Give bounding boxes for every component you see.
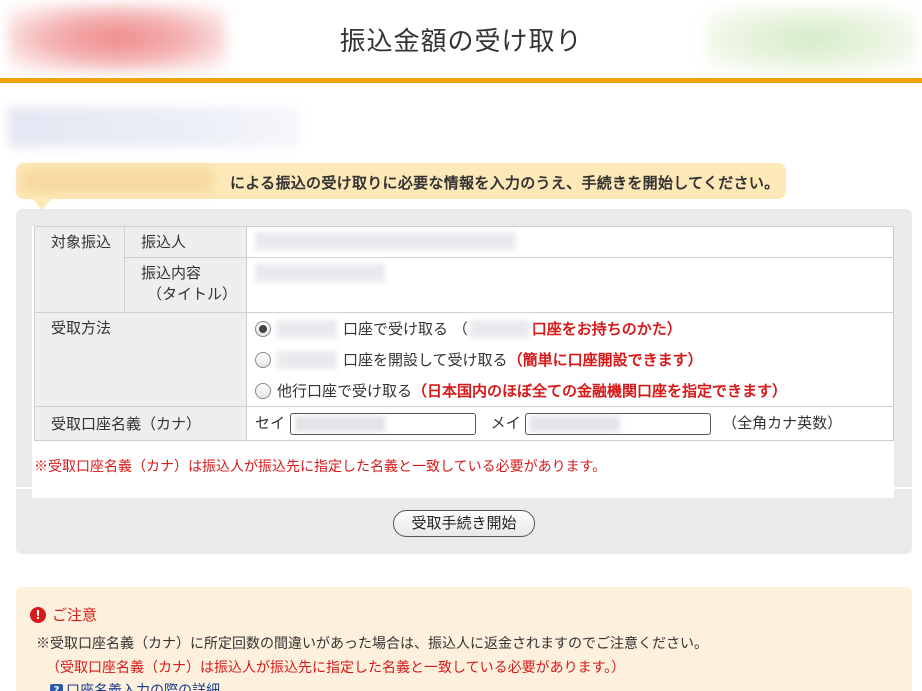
radio-open-account[interactable]	[255, 351, 271, 368]
instruction-text: による振込の受け取りに必要な情報を入力のうえ、手続きを開始してください。	[230, 174, 780, 192]
payer-name-blurred	[22, 169, 212, 193]
receive-method-options: 口座で受け取る （ 口座をお持ちのかた） 口座を開設して受け取る （簡単に口座開…	[246, 312, 894, 407]
payer-value	[246, 226, 894, 258]
page-header: 振込金額の受け取り	[0, 0, 922, 78]
receive-form-table: 対象振込 振込人 振込内容 （タイトル） 受取方法 口座で受け取る （ 口座をお…	[34, 226, 894, 441]
option-other-bank[interactable]: 他行口座で受け取る （日本国内のほぼ全ての金融機関口座を指定できます）	[255, 375, 885, 406]
mei-label: メイ	[490, 414, 521, 432]
start-receive-button[interactable]: 受取手続き開始	[393, 510, 535, 537]
alert-icon: !	[30, 606, 46, 623]
account-info-blurred	[8, 107, 300, 147]
option-open-account[interactable]: 口座を開設して受け取る （簡単に口座開設できます）	[255, 344, 885, 375]
name-format-hint: （全角カナ英数）	[722, 414, 843, 432]
name-detail-link[interactable]: ? 口座名義入力の際の詳細	[50, 680, 220, 691]
help-icon: ?	[50, 683, 63, 691]
payer-label: 振込人	[124, 226, 247, 258]
sei-label: セイ	[255, 414, 286, 432]
caution-line-1: ※受取口座名義（カナ）に所定回数の間違いがあった場合は、振込人に返金されますので…	[36, 636, 708, 652]
name-match-warning: ※受取口座名義（カナ）は振込人が振込先に指定した名義と一致している必要があります…	[34, 459, 607, 475]
instruction-banner: による振込の受け取りに必要な情報を入力のうえ、手続きを開始してください。	[16, 163, 786, 210]
option-own-account[interactable]: 口座で受け取る （ 口座をお持ちのかた）	[255, 313, 885, 344]
account-name-label: 受取口座名義（カナ）	[34, 406, 247, 441]
caution-box: ! ご注意 ※受取口座名義（カナ）に所定回数の間違いがあった場合は、振込人に返金…	[16, 587, 912, 691]
header-divider	[0, 78, 922, 83]
caution-line-2: （受取口座名義（カナ）は振込人が振込先に指定した名義と一致している必要があります…	[46, 660, 626, 676]
radio-own-account[interactable]	[255, 320, 271, 337]
mei-input[interactable]	[525, 413, 712, 435]
transfer-content-value	[246, 257, 894, 313]
receive-method-label: 受取方法	[34, 312, 247, 407]
sei-input[interactable]	[289, 413, 476, 435]
target-transfer-label: 対象振込	[34, 226, 125, 313]
header-banner-blurred	[706, 6, 916, 72]
caution-title: ご注意	[52, 606, 98, 624]
account-name-inputs: セイ メイ （全角カナ英数）	[246, 406, 894, 441]
radio-other-bank[interactable]	[255, 382, 271, 399]
transfer-content-label: 振込内容 （タイトル）	[124, 257, 247, 313]
